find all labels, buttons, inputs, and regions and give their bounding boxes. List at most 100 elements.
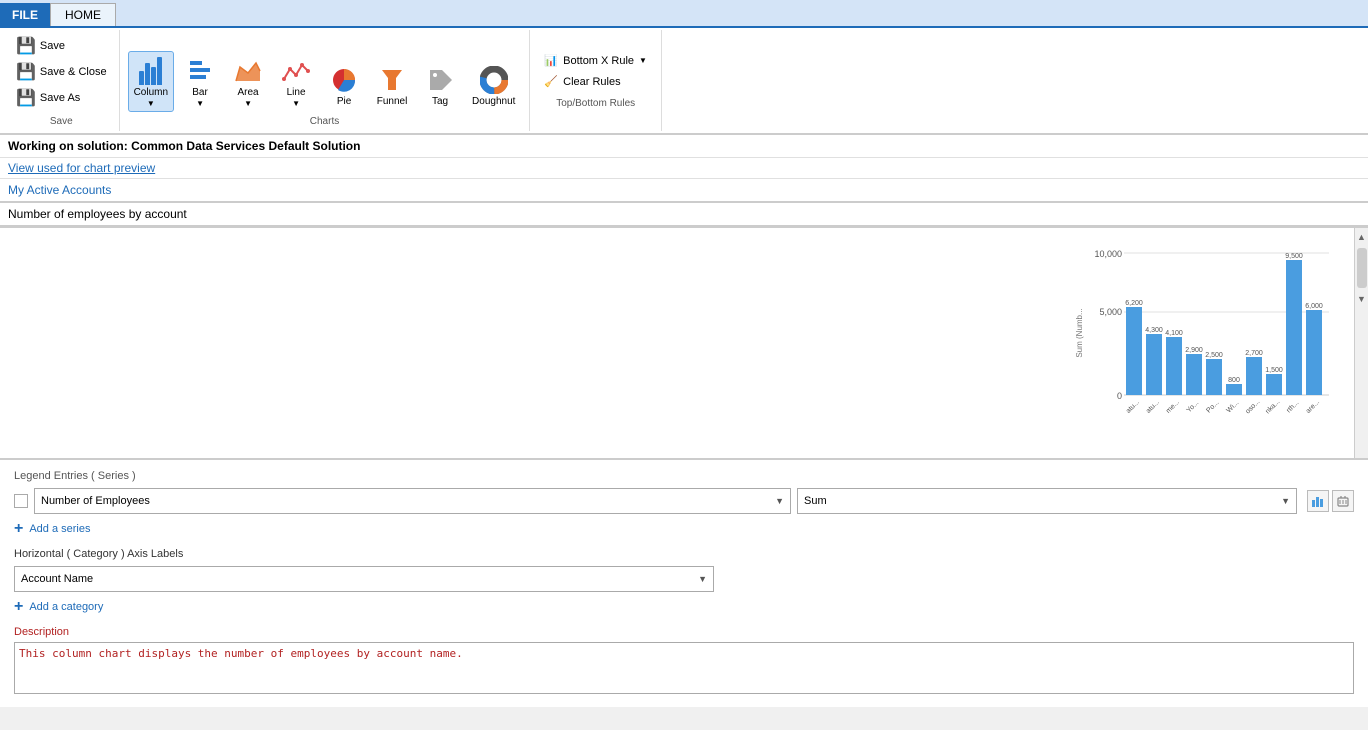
svg-text:0: 0 [1117, 391, 1122, 401]
svg-text:Yo...: Yo... [1186, 400, 1201, 415]
add-category-icon: + [14, 598, 23, 616]
save-group-label: Save [12, 116, 111, 127]
aggregate-dropdown[interactable]: Sum ▼ [797, 488, 1297, 514]
category-dropdown[interactable]: Account Name ▼ [14, 566, 714, 592]
pie-icon [328, 64, 360, 96]
home-tab-label: HOME [65, 8, 101, 22]
svg-text:nka...: nka... [1264, 398, 1281, 415]
add-series-row[interactable]: + Add a series [14, 520, 1354, 538]
svg-text:6,000: 6,000 [1305, 303, 1323, 310]
funnel-label: Funnel [377, 96, 408, 108]
save-close-label: Save & Close [40, 66, 107, 78]
pie-label: Pie [337, 96, 351, 108]
scroll-down-arrow[interactable]: ▼ [1355, 292, 1368, 306]
chart-title-input[interactable] [8, 207, 1360, 221]
category-dropdown-arrow: ▼ [698, 574, 707, 584]
tag-label: Tag [432, 96, 448, 108]
bar-icon [184, 55, 216, 87]
svg-text:rth...: rth... [1286, 399, 1301, 414]
svg-text:1,500: 1,500 [1265, 367, 1283, 374]
clear-rules-icon: 🧹 [544, 75, 558, 88]
series-dropdown-arrow: ▼ [775, 496, 784, 506]
bar-chart-button[interactable]: Bar ▼ [178, 51, 222, 112]
series-checkbox[interactable] [14, 494, 28, 508]
bar-type-icon-btn[interactable] [1307, 490, 1329, 512]
svg-text:9,500: 9,500 [1285, 253, 1303, 260]
pie-chart-button[interactable]: Pie [322, 60, 366, 112]
file-tab-label: FILE [12, 8, 38, 22]
line-chart-button[interactable]: Line ▼ [274, 51, 318, 112]
bottom-x-rule-button[interactable]: 📊 Bottom X Rule ▼ [540, 52, 651, 69]
add-category-row[interactable]: + Add a category [14, 598, 1354, 616]
save-label: Save [40, 40, 65, 52]
chart-svg: 10,000 5,000 0 Sum (Numb... 6,200 atu...… [1074, 243, 1334, 443]
series-field-dropdown[interactable]: Number of Employees ▼ [34, 488, 791, 514]
bottom-panel: Legend Entries ( Series ) Number of Empl… [0, 459, 1368, 707]
bar-label: Bar [192, 87, 208, 99]
add-category-label: Add a category [29, 601, 103, 613]
file-tab[interactable]: FILE [0, 3, 50, 26]
area-label: Area [237, 87, 258, 99]
svg-text:2,500: 2,500 [1205, 352, 1223, 359]
topbottom-group: 📊 Bottom X Rule ▼ 🧹 Clear Rules Top/Bott… [530, 30, 662, 131]
description-label: Description [14, 626, 1354, 638]
save-close-button[interactable]: 💾 Save & Close [12, 60, 111, 84]
svg-text:me...: me... [1165, 399, 1181, 415]
topbottom-group-label: Top/Bottom Rules [540, 98, 651, 109]
save-close-icon: 💾 [16, 62, 36, 82]
view-link[interactable]: View used for chart preview [0, 158, 1368, 179]
scroll-up-arrow[interactable]: ▲ [1355, 230, 1368, 244]
active-accounts[interactable]: My Active Accounts [0, 179, 1368, 202]
area-chart-button[interactable]: Area ▼ [226, 51, 270, 112]
save-button[interactable]: 💾 Save [12, 34, 111, 58]
save-group: 💾 Save 💾 Save & Close 💾 Save As Save [4, 30, 120, 131]
column-icon [135, 55, 167, 87]
clear-rules-button[interactable]: 🧹 Clear Rules [540, 73, 651, 90]
doughnut-icon [478, 64, 510, 96]
delete-series-icon-btn[interactable] [1332, 490, 1354, 512]
charts-group: Column ▼ Bar ▼ [120, 30, 531, 131]
svg-text:2,700: 2,700 [1245, 350, 1263, 357]
line-icon [280, 55, 312, 87]
svg-text:5,000: 5,000 [1099, 307, 1122, 317]
doughnut-label: Doughnut [472, 96, 515, 108]
save-as-button[interactable]: 💾 Save As [12, 86, 111, 110]
solution-bar: Working on solution: Common Data Service… [0, 135, 1368, 158]
aggregate-label: Sum [804, 495, 827, 507]
charts-group-label: Charts [128, 112, 522, 127]
svg-text:4,300: 4,300 [1145, 327, 1163, 334]
vertical-scrollbar[interactable]: ▲ ▼ [1354, 228, 1368, 458]
tag-icon [424, 64, 456, 96]
svg-text:Po...: Po... [1205, 399, 1220, 414]
save-as-label: Save As [40, 92, 80, 104]
area-icon [232, 55, 264, 87]
description-textarea[interactable] [14, 642, 1354, 694]
legend-section-label: Legend Entries ( Series ) [14, 470, 1354, 482]
tag-chart-button[interactable]: Tag [418, 60, 462, 112]
save-as-icon: 💾 [16, 88, 36, 108]
series-icon-group [1307, 490, 1354, 512]
aggregate-dropdown-arrow: ▼ [1281, 496, 1290, 506]
svg-text:Wi...: Wi... [1226, 399, 1241, 414]
svg-text:800: 800 [1228, 377, 1240, 384]
add-series-label: Add a series [29, 523, 90, 535]
bottom-x-rule-label: Bottom X Rule [563, 55, 634, 67]
svg-text:atu...: atu... [1145, 399, 1161, 415]
doughnut-chart-button[interactable]: Doughnut [466, 60, 521, 112]
home-tab[interactable]: HOME [50, 3, 116, 26]
chart-area: 10,000 5,000 0 Sum (Numb... 6,200 atu...… [0, 228, 1354, 458]
category-label: Account Name [21, 573, 93, 585]
svg-text:6,200: 6,200 [1125, 300, 1143, 307]
funnel-chart-button[interactable]: Funnel [370, 60, 414, 112]
svg-text:oso...: oso... [1244, 398, 1261, 415]
series-row: Number of Employees ▼ Sum ▼ [14, 488, 1354, 514]
column-chart-button[interactable]: Column ▼ [128, 51, 174, 112]
svg-text:2,900: 2,900 [1185, 347, 1203, 354]
svg-text:Sum (Numb...: Sum (Numb... [1075, 308, 1084, 357]
scroll-thumb[interactable] [1357, 248, 1367, 288]
bottom-x-rule-icon: 📊 [544, 54, 558, 67]
horizontal-section-label: Horizontal ( Category ) Axis Labels [14, 548, 1354, 560]
funnel-icon [376, 64, 408, 96]
svg-text:4,100: 4,100 [1165, 330, 1183, 337]
svg-text:are...: are... [1305, 399, 1321, 415]
